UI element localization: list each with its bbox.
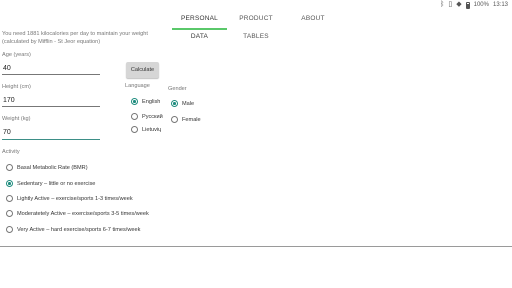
tab-product-tables[interactable]: PRODUCT TABLES bbox=[228, 10, 284, 40]
age-label: Age (years) bbox=[2, 52, 31, 58]
radio-icon bbox=[131, 98, 138, 105]
battery-percent: 100% bbox=[473, 2, 489, 8]
height-field[interactable]: 170 bbox=[3, 97, 15, 104]
activity-option-label: Sedentary – little or no exercise bbox=[17, 180, 96, 187]
calculate-button[interactable]: Calculate bbox=[126, 62, 159, 78]
language-option-label: Русский bbox=[142, 113, 163, 120]
calorie-info-line2: (calculated by Mifflin - St Jeor equatio… bbox=[2, 38, 101, 45]
height-label: Height (cm) bbox=[2, 84, 31, 90]
activity-option-bmr[interactable]: Basal Metabolic Rate (BMR) bbox=[6, 164, 88, 171]
activity-option-label: Basal Metabolic Rate (BMR) bbox=[17, 164, 88, 171]
activity-option-label: Very Active – hard exercise/sports 6-7 t… bbox=[17, 226, 141, 233]
radio-icon bbox=[6, 210, 13, 217]
age-field[interactable]: 40 bbox=[3, 65, 11, 72]
weight-label: Weight (kg) bbox=[2, 116, 31, 122]
tab-about[interactable]: ABOUT bbox=[296, 10, 330, 30]
tab-personal-data-label: PERSONAL DATA bbox=[180, 15, 218, 40]
activity-option-lightly-active[interactable]: Lightly Active – exercise/sports 1-3 tim… bbox=[6, 195, 133, 202]
radio-icon bbox=[6, 164, 13, 171]
calorie-info-line1: You need 1881 kilocalories per day to ma… bbox=[2, 31, 148, 37]
language-option-label: English bbox=[142, 98, 161, 105]
tab-about-label: ABOUT bbox=[301, 15, 325, 22]
tab-product-tables-label: PRODUCT TABLES bbox=[239, 15, 273, 40]
radio-icon bbox=[171, 100, 178, 107]
activity-option-sedentary[interactable]: Sedentary – little or no exercise bbox=[6, 180, 95, 187]
language-title: Language bbox=[125, 83, 150, 89]
clock: 13:13 bbox=[492, 2, 508, 8]
vibrate-icon: ▯ bbox=[448, 1, 453, 8]
height-field-underline bbox=[2, 106, 100, 107]
radio-icon bbox=[131, 126, 138, 133]
radio-icon bbox=[6, 180, 13, 187]
activity-option-very-active[interactable]: Very Active – hard exercise/sports 6-7 t… bbox=[6, 226, 140, 233]
gender-option-label: Female bbox=[182, 116, 201, 123]
gender-option-male[interactable]: Male bbox=[171, 100, 194, 107]
weight-field-underline bbox=[2, 139, 100, 141]
gender-option-label: Male bbox=[182, 100, 195, 107]
language-option-russian[interactable]: Русский bbox=[131, 113, 163, 120]
radio-icon bbox=[171, 116, 178, 123]
radio-icon bbox=[6, 195, 13, 202]
language-option-label: Lietuvių bbox=[142, 126, 162, 133]
tab-personal-data[interactable]: PERSONAL DATA bbox=[172, 10, 227, 40]
wifi-icon: ◆ bbox=[456, 1, 462, 8]
language-option-lithuanian[interactable]: Lietuvių bbox=[131, 126, 161, 133]
activity-option-label: Moderatetely Active – exercise/sports 3-… bbox=[17, 210, 149, 217]
language-option-english[interactable]: English bbox=[131, 98, 160, 105]
weight-field[interactable]: 70 bbox=[3, 129, 11, 136]
activity-title: Activity bbox=[2, 149, 20, 155]
bluetooth-icon: ᛒ bbox=[440, 1, 445, 8]
gender-option-female[interactable]: Female bbox=[171, 116, 201, 123]
activity-option-label: Lightly Active – exercise/sports 1-3 tim… bbox=[17, 195, 133, 202]
radio-icon bbox=[131, 113, 138, 120]
battery-icon bbox=[465, 1, 470, 9]
gender-title: Gender bbox=[168, 86, 187, 92]
calorie-info: You need 1881 kilocalories per day to ma… bbox=[2, 31, 148, 46]
tab-bar: PERSONAL DATA PRODUCT TABLES ABOUT bbox=[0, 10, 512, 40]
status-icons: ᛒ ▯ ◆ 100% 13:13 bbox=[440, 0, 508, 10]
activity-option-moderately-active[interactable]: Moderatetely Active – exercise/sports 3-… bbox=[6, 210, 149, 217]
bottom-divider bbox=[0, 246, 512, 247]
status-bar: ᛒ ▯ ◆ 100% 13:13 bbox=[0, 0, 512, 10]
radio-icon bbox=[6, 226, 13, 233]
age-field-underline bbox=[2, 74, 100, 75]
